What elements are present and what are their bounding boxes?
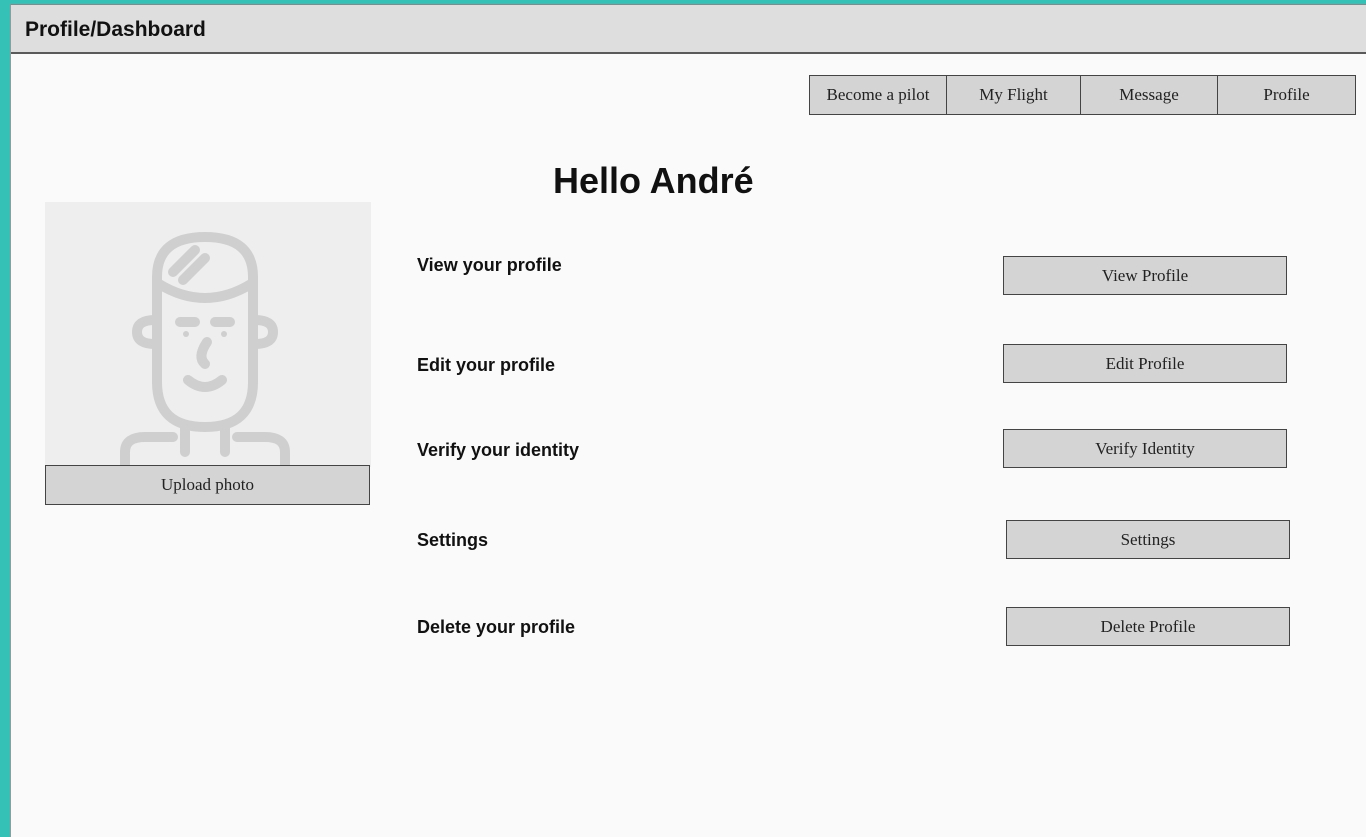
delete-profile-button[interactable]: Delete Profile	[1006, 607, 1290, 646]
greeting-heading: Hello André	[553, 160, 754, 201]
edit-profile-label: Edit your profile	[417, 355, 556, 375]
nav-message-button[interactable]: Message	[1080, 75, 1218, 115]
upload-photo-button[interactable]: Upload photo	[45, 465, 370, 505]
window-title: Profile/Dashboard	[25, 18, 206, 41]
edit-profile-button[interactable]: Edit Profile	[1003, 344, 1287, 383]
nav-my-flight-button[interactable]: My Flight	[946, 75, 1081, 115]
settings-button[interactable]: Settings	[1006, 520, 1290, 559]
view-profile-label: View your profile	[417, 255, 562, 275]
verify-identity-label: Verify your identity	[417, 440, 580, 460]
nav-become-pilot-button[interactable]: Become a pilot	[809, 75, 947, 115]
avatar	[45, 202, 371, 467]
view-profile-button[interactable]: View Profile	[1003, 256, 1287, 295]
verify-identity-button[interactable]: Verify Identity	[1003, 429, 1287, 468]
avatar-placeholder-icon	[120, 232, 290, 467]
delete-profile-label: Delete your profile	[417, 617, 576, 637]
title-bar: Profile/Dashboard	[11, 5, 1366, 54]
settings-label: Settings	[417, 530, 489, 550]
app-window: Profile/Dashboard Become a pilot My Flig…	[10, 4, 1366, 837]
nav-profile-button[interactable]: Profile	[1217, 75, 1356, 115]
